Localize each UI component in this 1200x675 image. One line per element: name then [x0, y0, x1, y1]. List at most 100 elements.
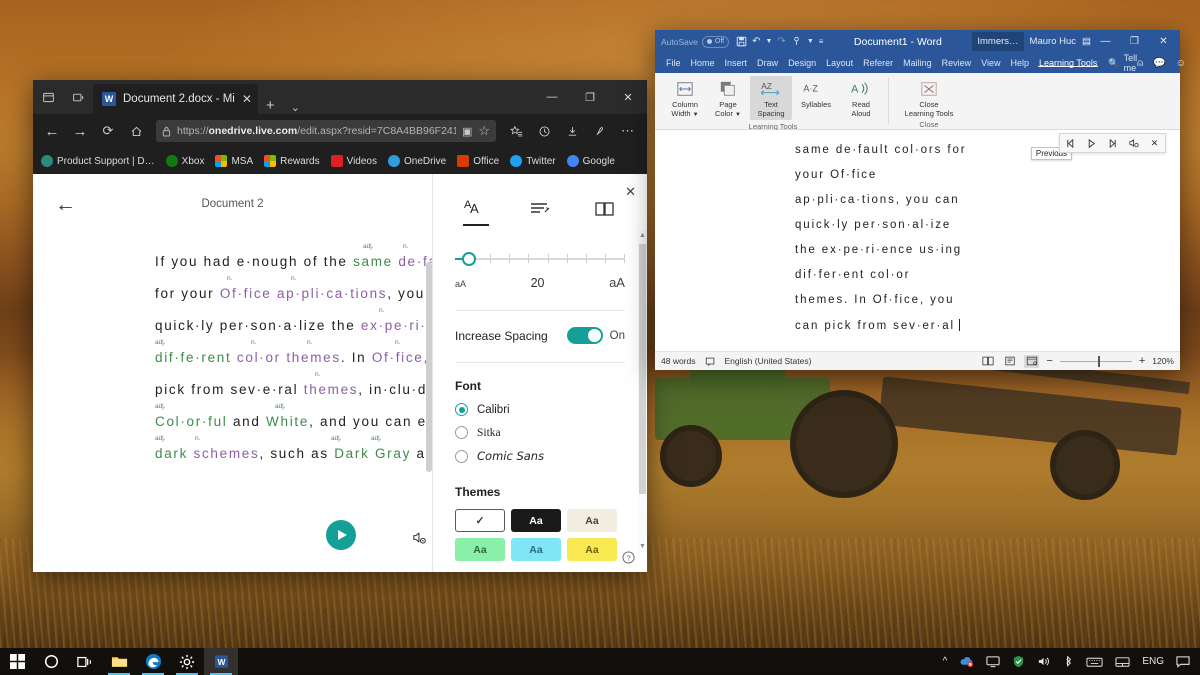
text-size-slider[interactable]	[455, 252, 625, 266]
language-label[interactable]: English (United States)	[725, 356, 812, 366]
zoom-slider[interactable]	[1059, 355, 1132, 367]
bookmark-item[interactable]: OneDrive	[388, 155, 446, 167]
word-tab-insert[interactable]: Insert	[720, 58, 753, 68]
save-icon[interactable]	[736, 36, 747, 47]
theme-swatch[interactable]: ✓	[455, 509, 505, 532]
theme-swatch[interactable]: Aa	[567, 509, 617, 532]
language-indicator[interactable]: ENG	[1136, 648, 1170, 675]
bluetooth-icon[interactable]	[1057, 648, 1080, 675]
word-minimize-button[interactable]: —	[1091, 30, 1120, 53]
increase-spacing-toggle[interactable]	[566, 327, 603, 344]
task-view-button[interactable]	[68, 648, 102, 675]
text-options-tab[interactable]: A A	[463, 197, 489, 226]
word-tab-home[interactable]: Home	[686, 58, 720, 68]
font-option-comic-sans[interactable]: Comic Sans	[455, 449, 625, 463]
touch-mode-dropdown-icon[interactable]: ▼	[807, 38, 814, 45]
reading-preferences-tab[interactable]	[593, 199, 617, 226]
notes-icon[interactable]	[587, 118, 613, 144]
syllables-button[interactable]: A·Z Syllables	[793, 76, 839, 111]
font-option-sitka[interactable]: Sitka	[455, 426, 625, 439]
slider-thumb[interactable]	[462, 252, 476, 266]
undo-icon[interactable]: ↶	[752, 36, 760, 47]
shield-icon[interactable]	[1006, 648, 1031, 675]
forward-icon[interactable]: →	[67, 118, 93, 144]
word-tab-draw[interactable]: Draw	[752, 58, 783, 68]
chevron-up-icon[interactable]: ^	[937, 648, 954, 675]
cortana-search-button[interactable]	[34, 648, 68, 675]
favorites-icon[interactable]	[503, 118, 529, 144]
theme-swatch[interactable]: Aa	[567, 538, 617, 561]
theme-swatch[interactable]: Aa	[455, 538, 505, 561]
help-icon[interactable]: ?	[622, 551, 635, 564]
microsoft-word-button[interactable]: W	[204, 648, 238, 675]
close-tab-icon[interactable]: ✕	[242, 93, 252, 105]
word-tab-layout[interactable]: Layout	[821, 58, 858, 68]
read-aloud-button[interactable]: A Read Aloud	[840, 76, 882, 120]
touchpad-icon[interactable]	[1109, 648, 1136, 675]
play-icon[interactable]	[1081, 134, 1102, 152]
previous-icon[interactable]	[1060, 134, 1081, 152]
reader-play-button[interactable]	[326, 520, 356, 550]
text-options-scrollbar-thumb[interactable]	[639, 244, 646, 494]
new-tab-button[interactable]: +	[258, 97, 283, 114]
bookmark-item[interactable]: MSA	[215, 155, 253, 167]
scroll-down-icon[interactable]: ▼	[639, 543, 646, 550]
word-restore-button[interactable]: ❐	[1120, 30, 1149, 53]
monitor-icon[interactable]	[980, 648, 1006, 675]
word-close-button[interactable]: ✕	[1149, 30, 1178, 53]
address-bar[interactable]: https://onedrive.live.com/edit.aspx?resi…	[156, 120, 496, 142]
settings-icon[interactable]	[1123, 134, 1144, 152]
tell-me-search[interactable]: 🔍 Tell me	[1102, 53, 1137, 73]
word-tab-referer[interactable]: Referer	[858, 58, 898, 68]
word-page-sheet[interactable]: same de·fault col·ors for your Of·fice ap·…	[655, 130, 1180, 351]
word-tab-view[interactable]: View	[976, 58, 1005, 68]
word-tab-help[interactable]: Help	[1006, 58, 1035, 68]
settings-button[interactable]	[170, 648, 204, 675]
word-tab-design[interactable]: Design	[783, 58, 821, 68]
bookmark-item[interactable]: Xbox	[165, 155, 204, 167]
bookmark-item[interactable]: Twitter	[510, 155, 556, 167]
browser-close-button[interactable]: ✕	[609, 80, 647, 114]
proofing-icon[interactable]	[705, 356, 716, 367]
scroll-up-icon[interactable]: ▲	[639, 232, 646, 239]
zoom-out-button[interactable]: −	[1046, 355, 1052, 367]
feedback-icon[interactable]: ☺	[1176, 58, 1186, 69]
bookmark-item[interactable]: Rewards	[264, 155, 320, 167]
speaker-icon[interactable]	[1031, 648, 1057, 675]
bookmark-item[interactable]: Videos	[330, 155, 377, 167]
word-tab-mailing[interactable]: Mailing	[898, 58, 937, 68]
column-width-button[interactable]: Column Width ▼	[664, 76, 706, 122]
web-layout-icon[interactable]	[1024, 354, 1040, 368]
bookmark-item[interactable]: Office	[457, 155, 499, 167]
browser-tab[interactable]: W Document 2.docx - Mi ✕	[93, 84, 258, 114]
onedrive-error-icon[interactable]	[953, 648, 980, 675]
immersive-reader-indicator[interactable]: Immers…	[972, 32, 1024, 51]
page-color-button[interactable]: Page Color ▼	[707, 76, 749, 122]
touch-mode-icon[interactable]	[791, 36, 802, 47]
grammar-options-tab[interactable]	[529, 199, 553, 226]
back-icon[interactable]: ←	[39, 118, 65, 144]
read-mode-icon[interactable]	[980, 355, 995, 368]
action-center-icon[interactable]	[1170, 648, 1196, 675]
home-icon[interactable]	[123, 118, 149, 144]
microsoft-edge-button[interactable]	[136, 648, 170, 675]
refresh-icon[interactable]: ⟳	[95, 118, 121, 144]
next-icon[interactable]	[1102, 134, 1123, 152]
font-option-calibri[interactable]: Calibri	[455, 403, 625, 416]
redo-icon[interactable]: ↷	[777, 36, 785, 47]
settings-more-icon[interactable]: ⋯	[615, 118, 641, 144]
comments-icon[interactable]: 💬	[1153, 58, 1165, 69]
zoom-in-button[interactable]: +	[1139, 355, 1145, 367]
account-name[interactable]: Mauro Huc	[1030, 36, 1076, 47]
close-icon[interactable]: ✕	[1144, 134, 1165, 152]
text-spacing-button[interactable]: AZ Text Spacing	[750, 76, 792, 120]
text-options-scrollbar[interactable]: ▲ ▼	[638, 230, 647, 552]
theme-swatch[interactable]: Aa	[511, 538, 561, 561]
browser-maximize-button[interactable]: ❐	[571, 80, 609, 114]
word-tab-file[interactable]: File	[661, 58, 686, 68]
print-layout-icon[interactable]	[1002, 355, 1017, 368]
file-explorer-button[interactable]	[102, 648, 136, 675]
theme-swatch[interactable]: Aa	[511, 509, 561, 532]
bookmark-item[interactable]: Google	[566, 155, 615, 167]
autosave-toggle[interactable]: Off	[701, 35, 730, 48]
